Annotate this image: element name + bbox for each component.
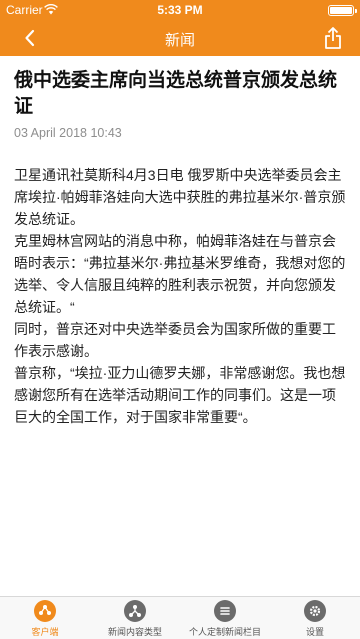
article-date: 03 April 2018 10:43 [14,126,122,140]
tab-news-types[interactable]: 新闻内容类型 [90,597,180,639]
navigation-bar: 新闻 [0,20,360,56]
status-bar: Carrier 5:33 PM [0,0,360,20]
list-icon [214,600,236,622]
tab-client[interactable]: 客户端 [0,597,90,639]
tab-custom-columns[interactable]: 个人定制新闻栏目 [180,597,270,639]
network-icon [124,600,146,622]
gear-icon [304,600,326,622]
article-body: 卫星通讯社莫斯科4月3日电 俄罗斯中央选举委员会主席埃拉·帕姆菲洛娃向大选中获胜… [14,164,346,428]
tab-label: 个人定制新闻栏目 [188,627,261,637]
tab-bar: 客户端 新闻内容类型 个人定制新闻栏目 设置 [0,596,360,639]
article-paragraph: 普京称，“埃拉·亚力山德罗夫娜，非常感谢您。我也想感谢您所有在选举活动期间工作的… [14,365,346,425]
clock-time: 5:33 PM [157,3,203,17]
tab-settings[interactable]: 设置 [270,597,360,639]
tab-label: 新闻内容类型 [107,627,162,637]
page-title: 新闻 [164,32,195,49]
battery-icon [328,5,357,16]
tab-label: 客户端 [31,627,59,637]
article-paragraph: 卫星通讯社莫斯科4月3日电 俄罗斯中央选举委员会主席埃拉·帕姆菲洛娃向大选中获胜… [14,167,346,227]
article-paragraph: 克里姆林宫网站的消息中称，帕姆菲洛娃在与普京会晤时表示：“弗拉基米尔·弗拉基米罗… [14,233,346,315]
tab-label: 设置 [305,627,324,637]
share-button[interactable] [322,25,344,51]
article-paragraph: 同时，普京还对中央选举委员会为国家所做的重要工作表示感谢。 [14,321,336,359]
share-nodes-icon [34,600,56,622]
article: 俄中选委主席向当选总统普京颁发总统证 03 April 2018 10:43 卫… [0,56,360,596]
article-headline: 俄中选委主席向当选总统普京颁发总统证 [14,70,338,117]
share-icon [325,27,341,49]
